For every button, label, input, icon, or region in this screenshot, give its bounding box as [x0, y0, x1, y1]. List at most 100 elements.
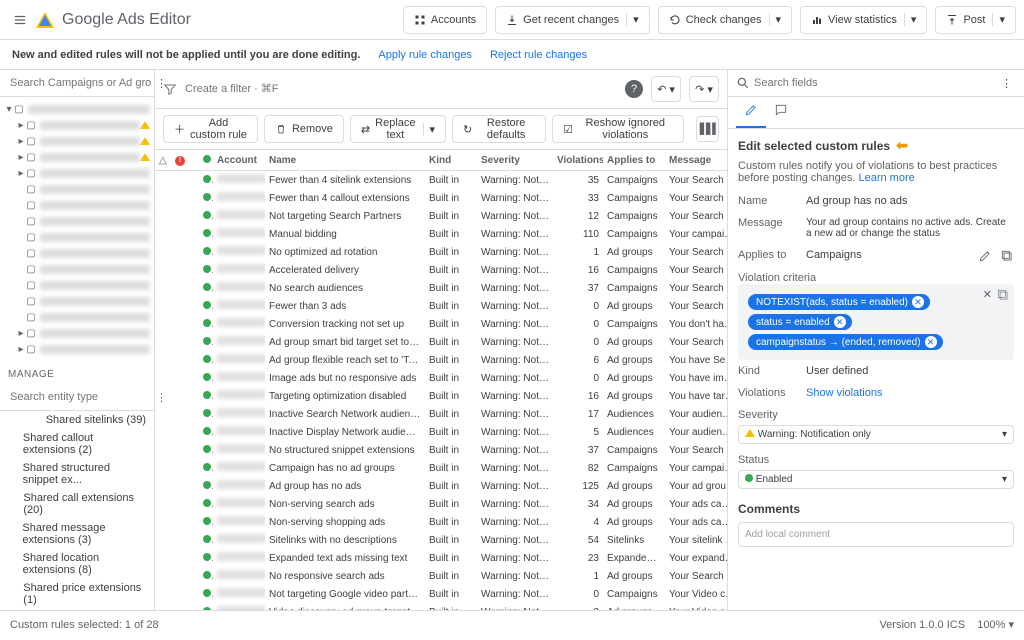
column-header[interactable]: Message	[665, 150, 727, 171]
table-row[interactable]: Non-serving shopping adsBuilt inWarning:…	[155, 513, 727, 531]
entity-item[interactable]: Shared call extensions (20)	[0, 489, 154, 519]
table-row[interactable]: Inactive Search Network audienc...Built …	[155, 405, 727, 423]
table-row[interactable]: Fewer than 3 adsBuilt inWarning: Notif..…	[155, 297, 727, 315]
copy-icon[interactable]	[996, 288, 1010, 302]
column-header[interactable]: Name	[265, 150, 425, 171]
criteria-chip[interactable]: status = enabled✕	[748, 314, 852, 330]
criteria-chip[interactable]: campaignstatus → (ended, removed)✕	[748, 334, 943, 350]
column-header[interactable]: !	[171, 150, 185, 171]
chip-remove-icon[interactable]: ✕	[834, 316, 846, 328]
apply-rules-link[interactable]: Apply rule changes	[378, 49, 472, 61]
redo-button[interactable]: ↷ ▾	[689, 76, 719, 102]
table-row[interactable]: Manual biddingBuilt inWarning: Notif...1…	[155, 225, 727, 243]
entity-item[interactable]: Shared sitelinks (39)	[0, 411, 154, 429]
ads-logo-icon	[36, 10, 56, 30]
criteria-chip[interactable]: NOTEXIST(ads, status = enabled)✕	[748, 294, 930, 310]
table-row[interactable]: Not targeting Google video partne...Buil…	[155, 585, 727, 603]
app-logo: Google Ads Editor	[36, 10, 191, 30]
table-row[interactable]: No optimized ad rotationBuilt inWarning:…	[155, 243, 727, 261]
table-row[interactable]: Ad group smart bid target set to 'Ta...B…	[155, 333, 727, 351]
entity-search-input[interactable]	[10, 391, 152, 403]
column-header[interactable]	[199, 150, 213, 171]
more-icon[interactable]: ⋮	[997, 77, 1016, 90]
view-stats-button[interactable]: View statistics ▾	[800, 6, 927, 34]
campaign-search-input[interactable]	[10, 77, 152, 89]
help-icon[interactable]: ?	[625, 80, 643, 98]
columns-button[interactable]	[696, 116, 719, 142]
restore-button[interactable]: ↻Restore defaults	[452, 115, 546, 143]
check-changes-button[interactable]: Check changes ▾	[658, 6, 792, 34]
entity-item[interactable]: Shared price extensions (1)	[0, 579, 154, 609]
column-header[interactable]: Kind	[425, 150, 477, 171]
comment-tab[interactable]	[766, 97, 796, 128]
left-sidebar: ⋮ ▾▢ ▸▢ ▸▢ ▸▢ ▸▢ ▢ ▢ ▢ ▢ ▢ ▢ ▢ ▢ ▢ ▸▢ ▸▢…	[0, 70, 155, 610]
reject-rules-link[interactable]: Reject rule changes	[490, 49, 587, 61]
comments-header: Comments	[738, 502, 1014, 516]
chevron-down-icon[interactable]: ▾	[904, 13, 917, 26]
chevron-down-icon[interactable]: ▾	[769, 13, 782, 26]
column-header[interactable]: △	[155, 150, 171, 171]
notice-text: New and edited rules will not be applied…	[12, 49, 360, 61]
table-row[interactable]: Video discovery ad group targeting...Bui…	[155, 603, 727, 610]
undo-button[interactable]: ↶ ▾	[651, 76, 681, 102]
app-title: Google Ads Editor	[62, 11, 191, 29]
applies-to-field[interactable]: Campaigns	[806, 249, 970, 263]
status-select[interactable]: Enabled▾	[738, 470, 1014, 489]
table-row[interactable]: Inactive Display Network audienc...Built…	[155, 423, 727, 441]
severity-select[interactable]: Warning: Notification only▾	[738, 425, 1014, 444]
entity-item[interactable]: Shared structured snippet ex...	[0, 459, 154, 489]
chevron-down-icon[interactable]: ▾	[626, 13, 639, 26]
table-row[interactable]: Image ads but no responsive adsBuilt inW…	[155, 369, 727, 387]
column-header[interactable]: Severity	[477, 150, 553, 171]
filter-icon	[163, 82, 177, 96]
table-row[interactable]: Targeting optimization disabledBuilt inW…	[155, 387, 727, 405]
table-row[interactable]: Fewer than 4 sitelink extensionsBuilt in…	[155, 171, 727, 190]
table-row[interactable]: Conversion tracking not set upBuilt inWa…	[155, 315, 727, 333]
edit-tab[interactable]	[736, 97, 766, 128]
column-header[interactable]: Violations	[553, 150, 603, 171]
rules-table: △! AccountNameKindSeverityViolationsAppli…	[155, 150, 727, 610]
table-row[interactable]: Campaign has no ad groupsBuilt inWarning…	[155, 459, 727, 477]
fields-search-input[interactable]	[754, 77, 993, 89]
version-label: Version 1.0.0 ICS	[879, 619, 965, 631]
table-row[interactable]: Expanded text ads missing textBuilt inWa…	[155, 549, 727, 567]
table-row[interactable]: Ad group has no adsBuilt inWarning: Noti…	[155, 477, 727, 495]
post-button[interactable]: Post ▾	[935, 6, 1016, 34]
rule-name-field[interactable]: Ad group has no ads	[806, 195, 1014, 207]
pencil-icon[interactable]	[978, 249, 992, 263]
entity-item[interactable]: Shared app extensions (6)	[0, 609, 154, 610]
get-changes-button[interactable]: Get recent changes ▾	[495, 6, 650, 34]
hamburger-icon[interactable]	[8, 8, 32, 32]
filter-input[interactable]	[185, 83, 617, 95]
remove-button[interactable]: Remove	[264, 115, 344, 143]
table-row[interactable]: No search audiencesBuilt inWarning: Noti…	[155, 279, 727, 297]
column-header[interactable]	[185, 150, 199, 171]
entity-item[interactable]: Shared message extensions (3)	[0, 519, 154, 549]
close-icon[interactable]: ✕	[983, 288, 992, 302]
entity-item[interactable]: Shared callout extensions (2)	[0, 429, 154, 459]
chevron-down-icon[interactable]: ▾	[992, 13, 1005, 26]
replace-button[interactable]: ⇄Replace text▾	[350, 115, 446, 143]
learn-more-link[interactable]: Learn more	[858, 172, 914, 184]
table-row[interactable]: Ad group flexible reach set to 'Targ...B…	[155, 351, 727, 369]
table-row[interactable]: No responsive search adsBuilt inWarning:…	[155, 567, 727, 585]
accounts-button[interactable]: Accounts	[403, 6, 487, 34]
zoom-control[interactable]: 100% ▾	[977, 619, 1014, 631]
show-violations-link[interactable]: Show violations	[806, 387, 882, 399]
column-header[interactable]: Applies to	[603, 150, 665, 171]
rule-message-field[interactable]: Your ad group contains no active ads. Cr…	[806, 217, 1014, 239]
add-rule-button[interactable]: ＋Add custom rule	[163, 115, 258, 143]
chip-remove-icon[interactable]: ✕	[925, 336, 937, 348]
copy-icon[interactable]	[1000, 249, 1014, 263]
table-row[interactable]: Non-serving search adsBuilt inWarning: N…	[155, 495, 727, 513]
table-row[interactable]: No structured snippet extensionsBuilt in…	[155, 441, 727, 459]
comment-input[interactable]: Add local comment	[738, 522, 1014, 547]
chip-remove-icon[interactable]: ✕	[912, 296, 924, 308]
table-row[interactable]: Not targeting Search PartnersBuilt inWar…	[155, 207, 727, 225]
table-row[interactable]: Accelerated deliveryBuilt inWarning: Not…	[155, 261, 727, 279]
entity-item[interactable]: Shared location extensions (8)	[0, 549, 154, 579]
column-header[interactable]: Account	[213, 150, 265, 171]
table-row[interactable]: Sitelinks with no descriptionsBuilt inWa…	[155, 531, 727, 549]
reshow-button[interactable]: ☑Reshow ignored violations	[552, 115, 684, 143]
table-row[interactable]: Fewer than 4 callout extensionsBuilt inW…	[155, 189, 727, 207]
